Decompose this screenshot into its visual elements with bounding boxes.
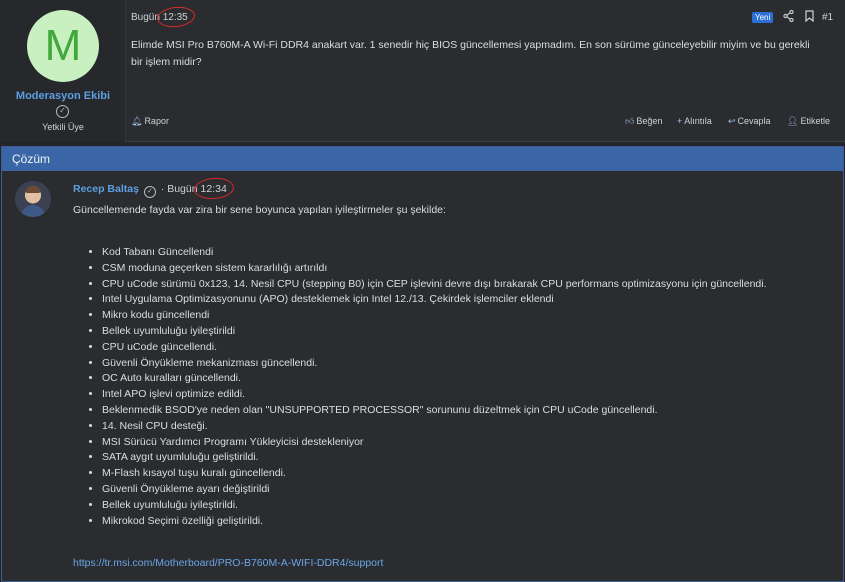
reply-label: Cevapla	[737, 116, 771, 126]
share-icon[interactable]	[782, 9, 794, 24]
reply-arrow-icon: ↩	[728, 116, 736, 126]
list-item: M-Flash kısayol tuşu kuralı güncellendi.	[102, 466, 828, 482]
list-item: CPU uCode güncellendi.	[102, 340, 828, 356]
question-post: M Moderasyon Ekibi ✓ Yetkili Üye Bugün 1…	[0, 0, 845, 142]
user-role: Yetkili Üye	[42, 122, 84, 132]
user-tag-icon: 👤︎	[787, 116, 799, 126]
list-item: CSM moduna geçerken sistem kararlılığı a…	[102, 261, 828, 277]
solution-block: Çözüm Recep Baltaş ✓ · Bugün 12:34 Günce…	[1, 146, 844, 582]
post-body: Elimde MSI Pro B760M-A Wi-Fi DDR4 anakar…	[131, 39, 810, 68]
support-link[interactable]: https://tr.msi.com/Motherboard/PRO-B760M…	[73, 557, 383, 569]
list-item: Güvenli Önyükleme mekanizması güncellend…	[102, 356, 828, 372]
meta-separator: ·	[160, 183, 165, 195]
tag-button[interactable]: 👤︎ Etiketle	[787, 116, 830, 127]
list-item: Mikrokod Seçimi özelliği geliştirildi.	[102, 514, 828, 530]
username-link[interactable]: Moderasyon Ekibi	[0, 90, 126, 102]
list-item: Mikro kodu güncellendi	[102, 308, 828, 324]
list-item: Güvenli Önyükleme ayarı değiştirildi	[102, 482, 828, 498]
author-link[interactable]: Recep Baltaş	[73, 183, 139, 195]
list-item: Beklenmedik BSOD'ye neden olan "UNSUPPOR…	[102, 403, 828, 419]
quote-button[interactable]: + Alıntıla	[677, 116, 712, 126]
user-panel: M Moderasyon Ekibi ✓ Yetkili Üye	[0, 0, 126, 142]
changelog-list: Kod Tabanı Güncellendi CSM moduna geçerk…	[88, 245, 828, 529]
report-button[interactable]: 🔔︎ Rapor	[131, 116, 169, 127]
reply-button[interactable]: ↩ Cevapla	[728, 116, 771, 127]
list-item: 14. Nesil CPU desteği.	[102, 419, 828, 435]
list-item: MSI Sürücü Yardımcı Programı Yükleyicisi…	[102, 435, 828, 451]
like-button[interactable]: 👍︎ Beğen	[625, 116, 662, 127]
avatar[interactable]	[15, 181, 51, 217]
bookmark-icon[interactable]	[803, 10, 815, 24]
new-badge: Yeni	[752, 12, 774, 23]
list-item: OC Auto kuralları güncellendi.	[102, 371, 828, 387]
list-item: Intel APO işlevi optimize edildi.	[102, 387, 828, 403]
list-item: Kod Tabanı Güncellendi	[102, 245, 828, 261]
list-item: SATA aygıt uyumluluğu geliştirildi.	[102, 450, 828, 466]
list-item: Intel Uygulama Optimizasyonunu (APO) des…	[102, 292, 828, 308]
plus-icon: +	[677, 116, 683, 126]
avatar[interactable]: M	[27, 10, 99, 82]
list-item: Bellek uyumluluğu iyileştirildi	[102, 324, 828, 340]
red-annotation-circle	[193, 176, 235, 201]
solution-intro: Güncellemende fayda var zira bir sene bo…	[73, 204, 446, 216]
tag-label: Etiketle	[800, 116, 830, 126]
quote-label: Alıntıla	[684, 116, 712, 126]
thumbs-up-icon: 👍︎	[625, 116, 635, 126]
red-annotation-circle	[156, 5, 196, 29]
date-prefix: Bugün	[131, 12, 160, 23]
check-circle-icon: ✓	[56, 105, 69, 118]
solution-header: Çözüm	[2, 147, 843, 171]
avatar-hair	[26, 186, 40, 193]
like-label: Beğen	[636, 116, 663, 126]
check-circle-icon: ✓	[143, 186, 156, 198]
bell-icon: 🔔︎	[131, 116, 143, 126]
list-item: CPU uCode sürümü 0x123, 14. Nesil CPU (s…	[102, 277, 828, 293]
post-number-link[interactable]: #1	[822, 12, 833, 23]
list-item: Bellek uyumluluğu iyileştirildi.	[102, 498, 828, 514]
report-label: Rapor	[144, 116, 169, 126]
post-actions: 🔔︎ Rapor 👍︎ Beğen + Alıntıla ↩ Cevapla 👤︎ Eti…	[131, 116, 836, 130]
avatar-shirt	[21, 205, 45, 217]
